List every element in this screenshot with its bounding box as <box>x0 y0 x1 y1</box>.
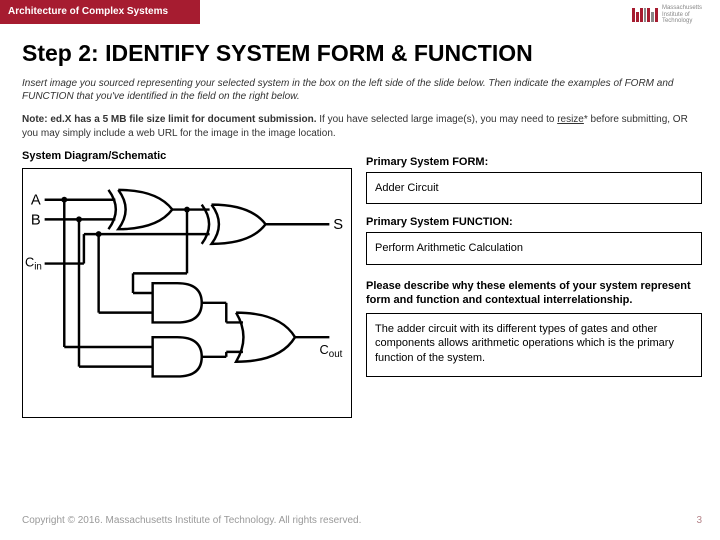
diagram-label: System Diagram/Schematic <box>22 150 352 162</box>
form-label: Primary System FORM: <box>366 156 702 168</box>
function-label: Primary System FUNCTION: <box>366 216 702 228</box>
function-value: Perform Arithmetic Calculation <box>375 242 523 254</box>
mit-logo: MassachusettsInstitute ofTechnology <box>632 5 702 25</box>
two-column-layout: System Diagram/Schematic <box>22 150 702 418</box>
description-field[interactable]: The adder circuit with its different typ… <box>366 313 702 377</box>
slide-content: Step 2: IDENTIFY SYSTEM FORM & FUNCTION … <box>22 40 702 418</box>
input-a-label: A <box>31 193 41 209</box>
description-label: Please describe why these elements of yo… <box>366 279 702 308</box>
output-s-label: S <box>333 217 343 233</box>
page-title: Step 2: IDENTIFY SYSTEM FORM & FUNCTION <box>22 40 702 67</box>
description-value: The adder circuit with its different typ… <box>375 323 674 364</box>
left-column: System Diagram/Schematic <box>22 150 352 418</box>
page-number: 3 <box>696 515 702 526</box>
copyright-text: Copyright © 2016. Massachusetts Institut… <box>22 515 361 526</box>
instructions-text: Insert image you sourced representing yo… <box>22 77 702 103</box>
function-field[interactable]: Perform Arithmetic Calculation <box>366 232 702 264</box>
resize-link[interactable]: resize <box>557 114 584 125</box>
mit-logo-bars <box>632 8 658 22</box>
form-field[interactable]: Adder Circuit <box>366 172 702 204</box>
input-b-label: B <box>31 212 41 228</box>
form-value: Adder Circuit <box>375 182 439 194</box>
adder-circuit-diagram: A B Cin S Cout <box>25 173 349 413</box>
note-text: Note: ed.X has a 5 MB file size limit fo… <box>22 113 702 140</box>
diagram-box: A B Cin S Cout <box>22 168 352 418</box>
course-title-bar: Architecture of Complex Systems <box>0 0 200 24</box>
note-rest: If you have selected large image(s), you… <box>317 114 558 125</box>
right-column: Primary System FORM: Adder Circuit Prima… <box>366 150 702 418</box>
note-bold: Note: ed.X has a 5 MB file size limit fo… <box>22 114 317 125</box>
input-cin-label: Cin <box>25 254 42 272</box>
output-cout-label: Cout <box>320 342 343 360</box>
mit-logo-text: MassachusettsInstitute ofTechnology <box>662 5 702 25</box>
course-title: Architecture of Complex Systems <box>8 6 168 17</box>
